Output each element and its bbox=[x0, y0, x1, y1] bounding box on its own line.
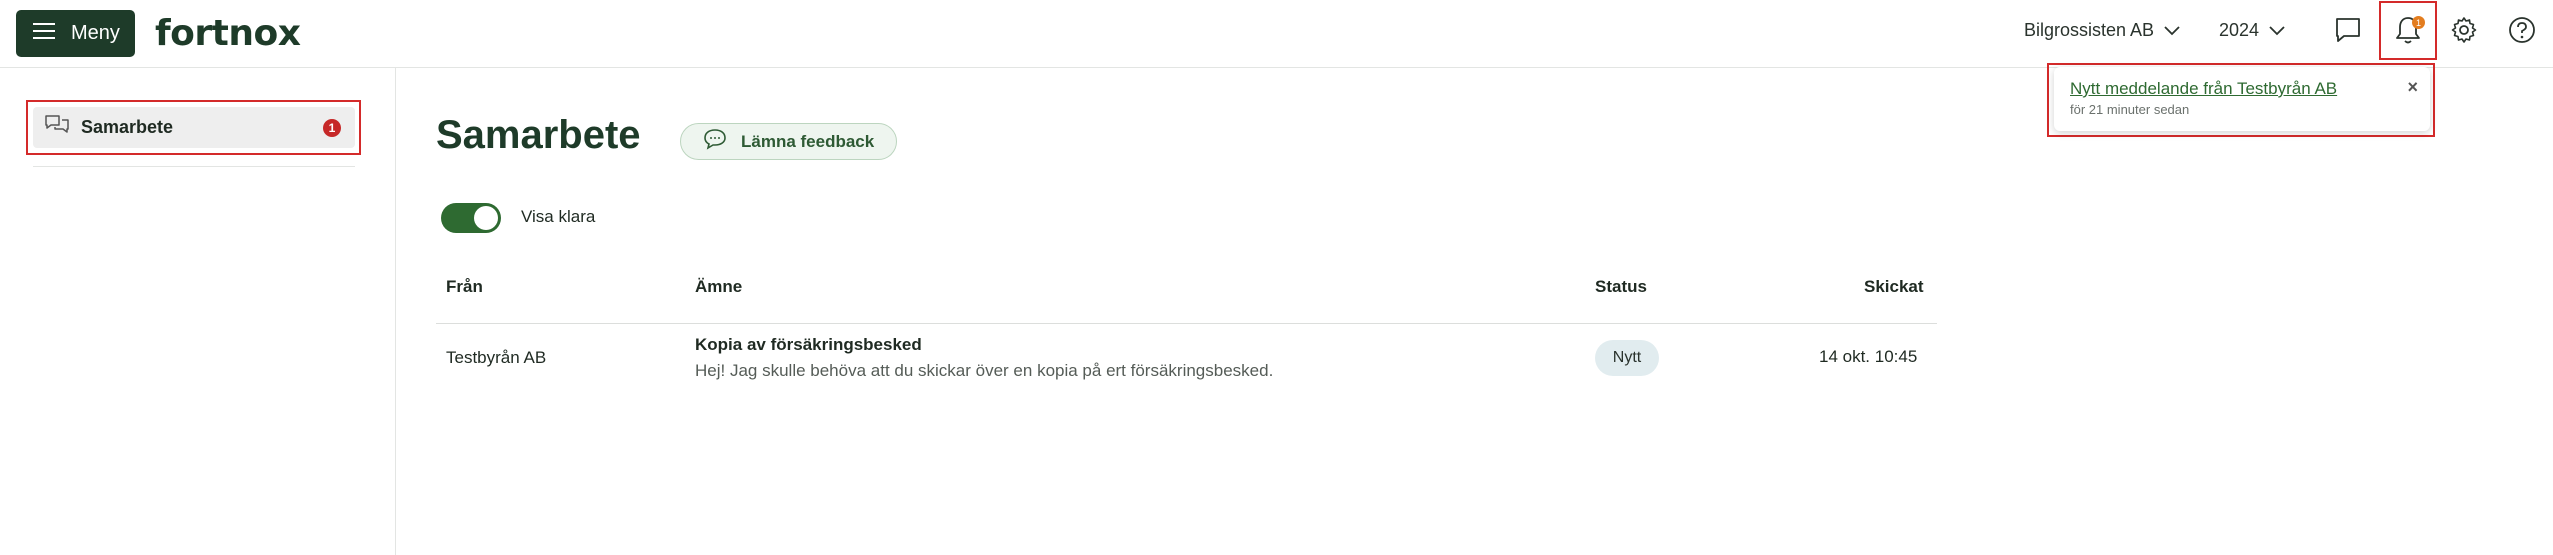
fortnox-logo[interactable]: fortnox bbox=[155, 13, 301, 54]
top-bar: Meny fortnox Bilgrossisten AB 2024 1 bbox=[0, 0, 2553, 68]
row-subject-title: Kopia av försäkringsbesked bbox=[695, 335, 922, 354]
close-icon[interactable]: × bbox=[2407, 77, 2418, 98]
show-done-toggle[interactable] bbox=[441, 203, 501, 233]
help-button[interactable] bbox=[2500, 10, 2544, 54]
menu-label: Meny bbox=[71, 22, 120, 44]
notification-time: för 21 minuter sedan bbox=[2070, 102, 2190, 117]
help-icon bbox=[2508, 16, 2536, 49]
messages-button[interactable] bbox=[2326, 10, 2370, 54]
column-header-status[interactable]: Status bbox=[1595, 277, 1647, 297]
chevron-down-icon bbox=[2269, 20, 2285, 41]
feedback-button[interactable]: Lämna feedback bbox=[680, 123, 897, 160]
year-selector[interactable]: 2024 bbox=[2219, 20, 2285, 41]
sidebar-item-label: Samarbete bbox=[81, 117, 174, 137]
sidebar-item-samarbete[interactable]: Samarbete 1 bbox=[33, 107, 355, 148]
column-header-from[interactable]: Från bbox=[446, 277, 483, 297]
column-header-sent[interactable]: Skickat bbox=[1864, 277, 1924, 297]
status-badge: Nytt bbox=[1595, 340, 1659, 376]
page-title: Samarbete bbox=[436, 113, 641, 157]
feedback-label: Lämna feedback bbox=[741, 131, 875, 151]
column-header-subject[interactable]: Ämne bbox=[695, 277, 742, 297]
toggle-knob bbox=[474, 206, 498, 230]
chat-icon bbox=[2334, 16, 2362, 49]
menu-icon bbox=[33, 22, 55, 45]
speech-bubble-icon bbox=[703, 128, 727, 155]
company-selector-label: Bilgrossisten AB bbox=[2024, 20, 2155, 40]
show-done-label: Visa klara bbox=[521, 207, 596, 226]
year-selector-label: 2024 bbox=[2219, 20, 2260, 40]
row-sent: 14 okt. 10:45 bbox=[1819, 347, 1918, 366]
sidebar-item-badge: 1 bbox=[323, 119, 341, 137]
sidebar-divider bbox=[33, 166, 355, 167]
chevron-down-icon bbox=[2164, 20, 2180, 41]
row-subject-body: Hej! Jag skulle behöva att du skickar öv… bbox=[695, 361, 1274, 380]
row-from: Testbyrån AB bbox=[446, 348, 547, 367]
company-selector[interactable]: Bilgrossisten AB bbox=[2024, 20, 2180, 41]
menu-button[interactable]: Meny bbox=[16, 10, 135, 57]
gear-icon bbox=[2450, 16, 2478, 49]
notification-link[interactable]: Nytt meddelande från Testbyrån AB bbox=[2070, 79, 2414, 99]
notification-popup: Nytt meddelande från Testbyrån AB för 21… bbox=[2054, 67, 2430, 131]
chat-bubbles-icon bbox=[45, 115, 69, 140]
settings-button[interactable] bbox=[2442, 10, 2486, 54]
table-header-divider bbox=[436, 323, 1937, 324]
notifications-highlight bbox=[2379, 1, 2437, 60]
notification-count-badge: 1 bbox=[2412, 16, 2425, 29]
